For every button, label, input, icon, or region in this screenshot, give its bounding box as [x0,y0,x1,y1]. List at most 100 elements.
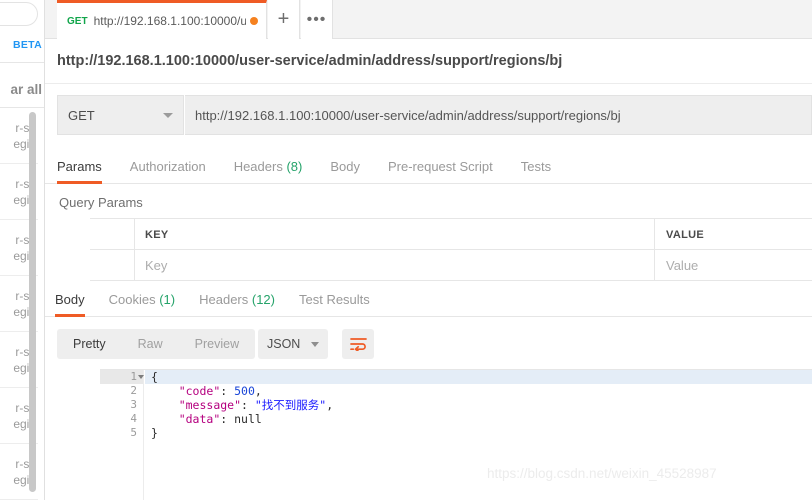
tab-count-badge: (8) [282,159,303,174]
code-token: : [220,384,235,398]
param-key-placeholder: Key [145,258,168,273]
query-params-label: Query Params [59,194,143,210]
header-key-cell: KEY [135,219,655,250]
code-token: null [234,412,262,426]
code-line: "message": "找不到服务", [145,398,812,412]
table-row[interactable]: Key Value [90,250,812,281]
code-token: , [326,398,334,412]
request-tab-label: http://192.168.1.100:10000/user [93,14,246,28]
tab-label: Body [330,159,360,174]
line-number: 1 [100,370,144,384]
request-tab-active[interactable]: GET http://192.168.1.100:10000/user [57,0,267,39]
response-language-select[interactable]: JSON [258,329,328,359]
url-input-value: http://192.168.1.100:10000/user-service/… [195,107,621,123]
response-tab-headers[interactable]: Headers (12) [199,292,275,316]
param-value-input[interactable]: Value [656,250,812,281]
line-number: 4 [130,412,137,425]
format-button-pretty[interactable]: Pretty [57,329,122,359]
history-list[interactable]: r-se egio r-se egio r-se egio r-se egio r-se egio… [0,108,45,500]
main-panel: GET http://192.168.1.100:10000/user + ••… [45,0,812,500]
header-checkbox-cell [90,219,135,250]
tab-authorization[interactable]: Authorization [130,159,206,183]
editor-gutter: 12345 [100,370,144,500]
tab-count-badge: (12) [248,292,275,307]
format-button-raw[interactable]: Raw [122,329,179,359]
format-button-preview[interactable]: Preview [179,329,255,359]
history-sidebar: BETA ar all r-se egio r-se egio r-se egio r-se… [0,0,45,500]
response-language-value: JSON [267,337,301,351]
tab-label: Headers [199,292,249,307]
code-token: { [151,370,158,384]
column-header-value: VALUE [666,228,704,241]
chevron-down-icon [311,341,319,347]
column-header-key: KEY [145,228,169,241]
url-input[interactable]: http://192.168.1.100:10000/user-service/… [185,95,812,135]
response-tab-cookies[interactable]: Cookies (1) [109,292,175,316]
table-header-row: KEY VALUE [90,219,812,250]
tab-params[interactable]: Params [57,159,102,184]
code-token: : [220,412,235,426]
postman-window: BETA ar all r-se egio r-se egio r-se egio r-se… [0,0,812,500]
code-token: , [254,384,262,398]
sidebar-search-pill[interactable] [0,2,38,26]
code-token: 500 [234,384,255,398]
header-value-cell: VALUE [656,219,812,250]
request-section-tabs: Params Authorization Headers (8) Body Pre-re… [45,148,812,184]
unsaved-changes-dot [250,17,258,25]
tab-more-options-icon[interactable]: ••• [301,0,333,39]
row-checkbox-cell[interactable] [90,250,135,281]
response-format-group: Pretty Raw Preview [57,329,256,359]
tab-label: Params [57,159,102,174]
tab-pre-request-script[interactable]: Pre-request Script [388,159,493,183]
tab-label: Cookies [108,292,156,307]
query-params-table: KEY VALUE Key Value [90,218,812,281]
response-tab-test-results[interactable]: Test Results [299,292,370,316]
param-key-input[interactable]: Key [135,250,655,281]
http-method-select[interactable]: GET [57,95,184,135]
tab-label: Pre-request Script [387,159,493,174]
code-token: "code" [178,384,221,398]
fold-toggle-icon[interactable] [138,375,144,379]
line-number: 3 [130,398,137,411]
tab-body[interactable]: Body [330,159,360,183]
code-token: "data" [178,412,221,426]
url-bar: GET http://192.168.1.100:10000/user-serv… [57,95,812,135]
tab-label: Tests [520,159,552,174]
watermark: https://blog.csdn.net/weixin_45528987 [487,466,717,481]
tab-headers[interactable]: Headers (8) [234,159,303,183]
response-tab-body[interactable]: Body [55,292,85,317]
code-line: "code": 500, [145,384,812,398]
tab-label: Headers [233,159,283,174]
request-title: http://192.168.1.100:10000/user-service/… [45,39,812,84]
tab-label: Authorization [129,159,206,174]
response-toolbar: Pretty Raw Preview JSON [57,329,812,361]
word-wrap-icon[interactable] [342,329,374,359]
code-token: } [151,426,158,440]
code-line: { [145,370,812,384]
sidebar-scrollbar[interactable] [29,112,36,492]
code-token: "message" [178,398,242,412]
beta-badge: BETA [12,39,42,51]
word-wrap-glyph [349,338,367,351]
clear-all-button[interactable]: ar all [0,82,45,97]
new-tab-button[interactable]: + [268,0,300,39]
tab-label: Body [55,292,85,307]
http-method-value: GET [68,107,95,123]
code-line: "data": null [145,412,812,426]
code-line: } [145,426,812,440]
line-number: 2 [130,384,137,397]
tab-count-badge: (1) [155,292,176,307]
code-token: "找不到服务" [254,398,327,412]
code-token: : [241,398,255,412]
tab-label: Test Results [298,292,370,307]
tab-tests[interactable]: Tests [521,159,551,183]
sidebar-divider-top [0,62,45,63]
param-value-placeholder: Value [666,258,699,273]
line-number: 5 [130,426,137,439]
request-tab-method: GET [67,15,88,27]
request-tab-strip: GET http://192.168.1.100:10000/user + ••… [45,0,812,39]
response-section-tabs: Body Cookies (1) Headers (12) Test Results [45,285,812,317]
